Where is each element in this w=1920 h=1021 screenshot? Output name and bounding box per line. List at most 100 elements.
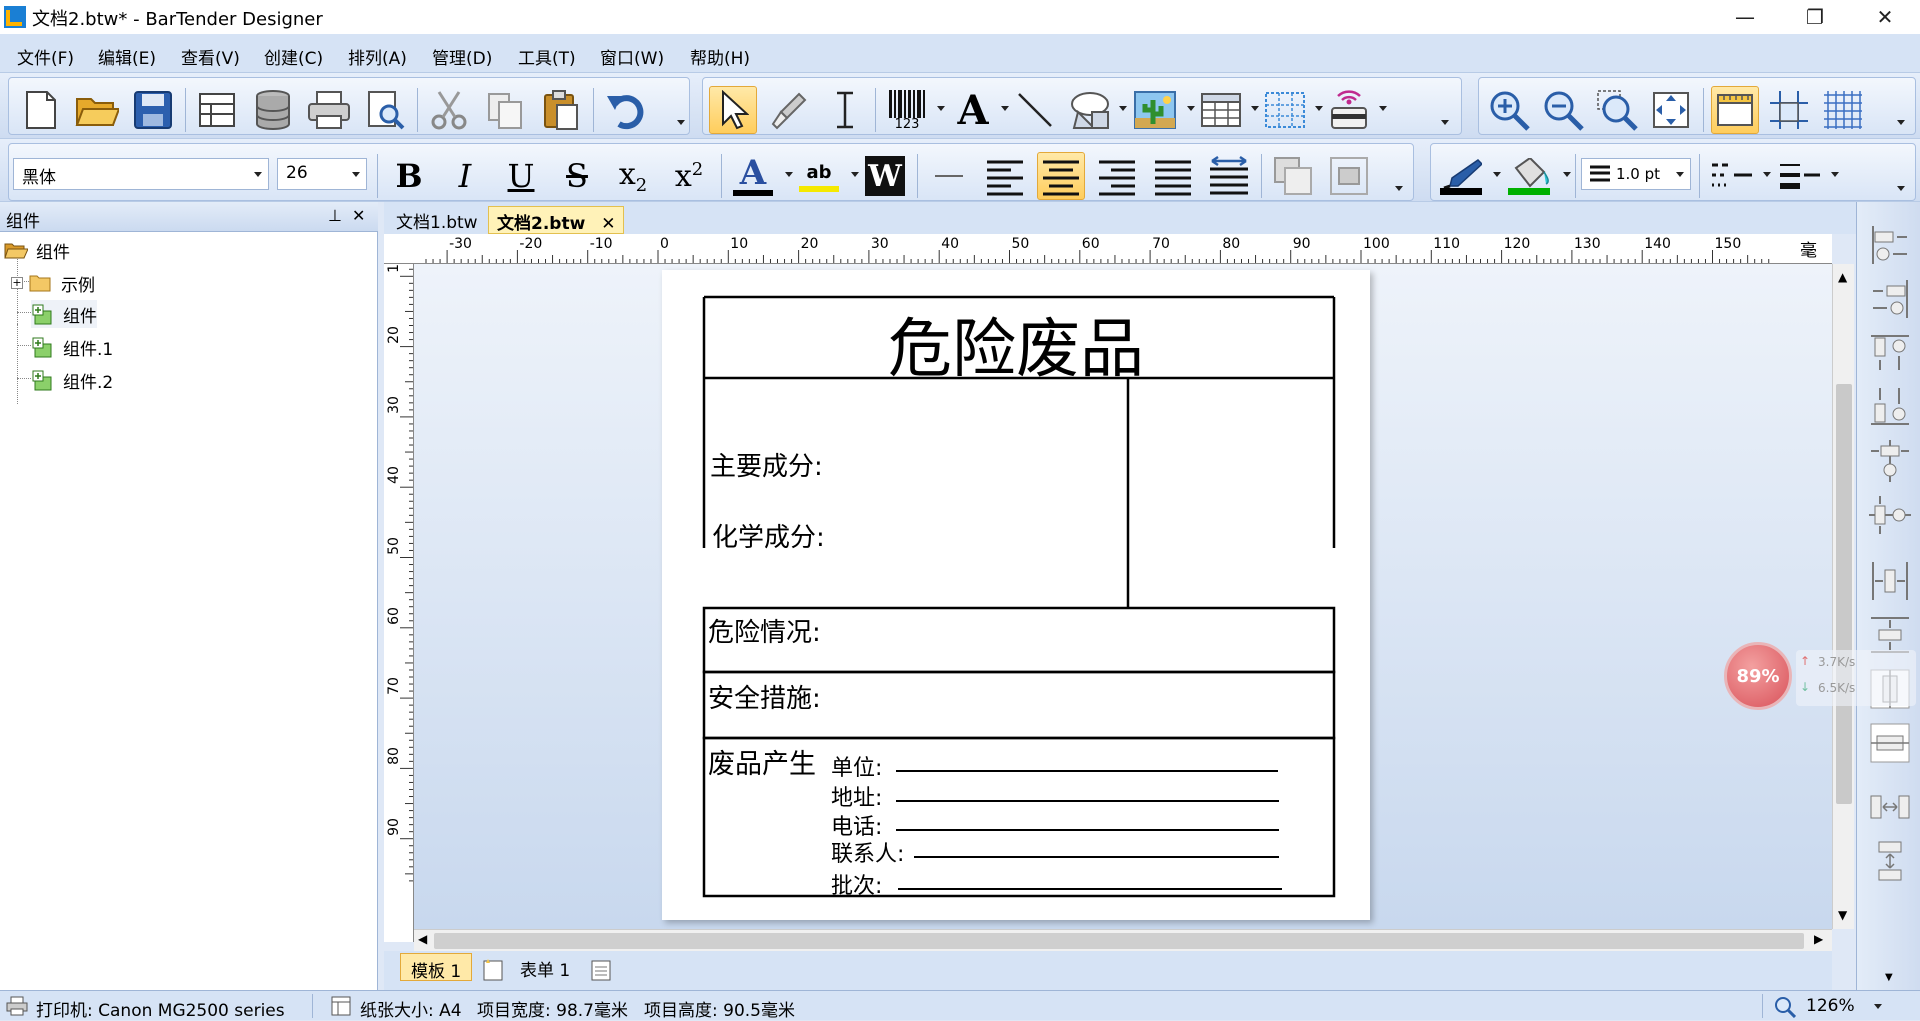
same-width-icon[interactable]: [1867, 784, 1913, 830]
status-zoom[interactable]: 126%: [1806, 996, 1855, 1016]
grid-object-button[interactable]: [1261, 86, 1309, 134]
text-cursor-button[interactable]: [821, 86, 869, 134]
align-vertical-center-icon[interactable]: [1867, 492, 1913, 538]
scroll-down-icon[interactable]: ▼: [1838, 908, 1847, 922]
cut-button[interactable]: [425, 86, 473, 134]
line-width-select[interactable]: 1.0 pt: [1581, 158, 1691, 190]
scroll-left-icon[interactable]: ◀: [418, 932, 427, 946]
label-safety[interactable]: 安全措施:: [708, 678, 821, 715]
grid-toggle-button[interactable]: [1819, 86, 1867, 134]
label-field-unit[interactable]: 单位:: [831, 750, 882, 782]
vertical-scroll-thumb[interactable]: [1836, 384, 1852, 804]
table-dropdown-icon[interactable]: [1251, 106, 1259, 111]
menu-window[interactable]: 窗口(W): [600, 44, 664, 69]
menu-file[interactable]: 文件(F): [17, 44, 74, 69]
line-color-dropdown-icon[interactable]: [1493, 172, 1501, 177]
align-toolbar-overflow-icon[interactable]: ▼: [1885, 972, 1893, 983]
highlight-dropdown-icon[interactable]: [851, 172, 859, 177]
font-size-select[interactable]: 26: [277, 158, 367, 190]
align-top-edges-icon[interactable]: [1867, 330, 1913, 376]
picture-tool-button[interactable]: [1131, 86, 1179, 134]
paste-button[interactable]: [537, 86, 585, 134]
strikethrough-button[interactable]: S: [553, 152, 601, 200]
menu-arrange[interactable]: 排列(A): [348, 44, 407, 69]
horizontal-scroll-thumb[interactable]: [434, 933, 1804, 949]
rfid-button[interactable]: [1325, 86, 1373, 134]
status-printer[interactable]: 打印机: Canon MG2500 series: [36, 996, 285, 1021]
vertical-scrollbar[interactable]: ▲ ▼: [1832, 264, 1854, 929]
underline-button[interactable]: U: [497, 152, 545, 200]
restore-button[interactable]: ❐: [1780, 0, 1850, 34]
rfid-dropdown-icon[interactable]: [1379, 106, 1387, 111]
menu-edit[interactable]: 编辑(E): [98, 44, 156, 69]
align-left-button[interactable]: [981, 152, 1029, 200]
resize-button[interactable]: [1269, 152, 1317, 200]
copy-button[interactable]: [481, 86, 529, 134]
center-object-button[interactable]: [1325, 152, 1373, 200]
grid-dropdown-icon[interactable]: [1315, 106, 1323, 111]
minimize-button[interactable]: —: [1710, 0, 1780, 34]
memory-usage-gauge[interactable]: 89%: [1724, 642, 1792, 710]
menu-view[interactable]: 查看(V): [181, 44, 240, 69]
align-bottom-edges-icon[interactable]: [1867, 384, 1913, 430]
scroll-right-icon[interactable]: ▶: [1814, 932, 1823, 946]
line-tool-button[interactable]: [1011, 86, 1059, 134]
print-preview-button[interactable]: [361, 86, 409, 134]
format-painter-button[interactable]: [765, 86, 813, 134]
zoom-in-button[interactable]: [1485, 86, 1533, 134]
line-style-button[interactable]: [925, 152, 973, 200]
picture-dropdown-icon[interactable]: [1187, 106, 1195, 111]
label-main-component[interactable]: 主要成分:: [710, 446, 823, 483]
tab-document-1[interactable]: 文档1.btw: [388, 206, 486, 234]
fit-width-button[interactable]: [1205, 152, 1253, 200]
shape-dropdown-icon[interactable]: [1119, 106, 1127, 111]
distribute-horizontal-icon[interactable]: [1867, 558, 1913, 604]
new-button[interactable]: [17, 86, 65, 134]
align-left-edges-icon[interactable]: [1867, 222, 1913, 268]
horizontal-scrollbar[interactable]: ◀ ▶: [414, 929, 1832, 951]
bold-button[interactable]: B: [385, 152, 433, 200]
undo-button[interactable]: [601, 86, 649, 134]
label-field-contact[interactable]: 联系人:: [831, 836, 904, 868]
word-wrap-button[interactable]: W: [861, 152, 909, 200]
same-height-icon[interactable]: [1867, 838, 1913, 884]
fill-color-button[interactable]: [1505, 152, 1553, 200]
label-hazard[interactable]: 危险情况:: [708, 612, 821, 649]
scroll-up-icon[interactable]: ▲: [1838, 270, 1847, 284]
table-tool-button[interactable]: [1197, 86, 1245, 134]
line-color-button[interactable]: [1437, 152, 1485, 200]
save-button[interactable]: [129, 86, 177, 134]
snap-lines-button[interactable]: [1765, 86, 1813, 134]
pin-icon[interactable]: ⊥: [328, 206, 342, 225]
expand-icon[interactable]: +: [11, 277, 23, 289]
menu-help[interactable]: 帮助(H): [690, 44, 750, 69]
align-horizontal-center-icon[interactable]: [1867, 438, 1913, 484]
menu-manage[interactable]: 管理(D): [432, 44, 492, 69]
line-toolbar-overflow-icon[interactable]: [1897, 186, 1905, 191]
tree-item-examples[interactable]: + 示例: [11, 269, 95, 297]
font-name-select[interactable]: 黑体: [13, 158, 269, 190]
label-field-batch[interactable]: 批次:: [831, 868, 882, 900]
panel-close-icon[interactable]: ✕: [352, 206, 365, 225]
object-toolbar-overflow-icon[interactable]: [1441, 120, 1449, 125]
tree-root[interactable]: 组件: [4, 236, 70, 264]
font-color-button[interactable]: A: [729, 152, 777, 200]
new-form-icon[interactable]: [588, 957, 614, 981]
text-dropdown-icon[interactable]: [1001, 106, 1009, 111]
print-button[interactable]: [305, 86, 353, 134]
line-weight-dropdown-icon[interactable]: [1831, 172, 1839, 177]
highlight-button[interactable]: ab: [795, 152, 843, 200]
database-button[interactable]: [249, 86, 297, 134]
page-setup-button[interactable]: [193, 86, 241, 134]
network-monitor-widget[interactable]: 89% ↑ 3.7K/s ↓ 6.5K/s: [1724, 642, 1920, 714]
tree-item-component-2[interactable]: 组件.2: [31, 366, 113, 394]
select-tool-button[interactable]: [709, 86, 757, 134]
tree-item-component[interactable]: 组件: [31, 300, 97, 328]
label-field-address[interactable]: 地址:: [831, 780, 882, 812]
align-right-button[interactable]: [1093, 152, 1141, 200]
line-weight-button[interactable]: [1775, 152, 1823, 200]
text-object-button[interactable]: A: [949, 86, 997, 134]
zoom-region-button[interactable]: [1593, 86, 1641, 134]
zoom-dropdown-icon[interactable]: [1874, 1004, 1882, 1009]
tree-item-component-1[interactable]: 组件.1: [31, 333, 113, 361]
